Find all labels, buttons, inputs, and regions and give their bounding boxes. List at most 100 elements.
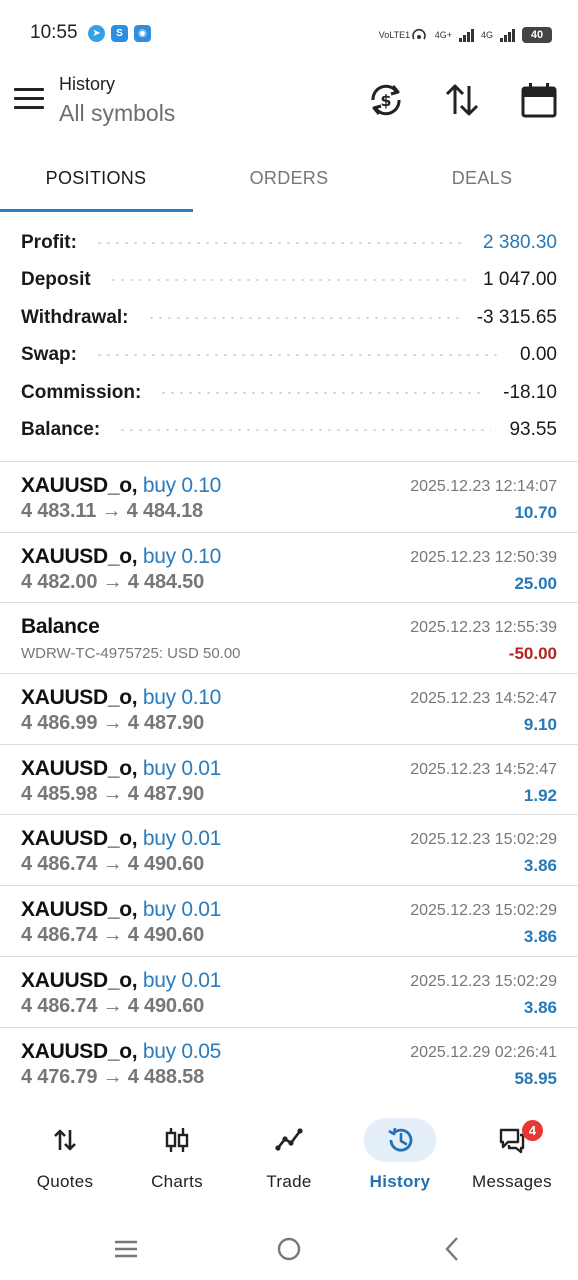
sim1-type: 4G+ bbox=[434, 30, 452, 40]
nav-charts[interactable]: Charts bbox=[119, 1108, 235, 1204]
shazam-icon: S bbox=[111, 25, 128, 42]
status-time: 10:55 bbox=[30, 22, 78, 43]
nav-trade[interactable]: Trade bbox=[231, 1108, 347, 1204]
list-item[interactable]: XAUUSD_o, buy 0.10 4 482.00 → 4 484.50 2… bbox=[0, 533, 578, 604]
deal-action: buy 0.01 bbox=[142, 756, 222, 780]
summary-row-swap: Swap: 0.00 bbox=[0, 337, 578, 375]
list-item[interactable]: XAUUSD_o, buy 0.10 4 483.11 → 4 484.18 2… bbox=[0, 462, 578, 533]
deal-profit: -50.00 bbox=[508, 644, 557, 664]
deal-comment: WDRW-TC-4975725: USD 50.00 bbox=[21, 645, 241, 663]
sort-icon bbox=[445, 84, 479, 116]
deal-symbol: XAUUSD_o, buy 0.05 bbox=[21, 1039, 222, 1063]
deal-prices: 4 486.74 → 4 490.60 bbox=[21, 853, 205, 876]
deal-symbol: Balance bbox=[21, 615, 100, 639]
summary-row-commission: Commission: -18.10 bbox=[0, 374, 578, 412]
app-header: History All symbols $ bbox=[0, 66, 578, 140]
bottom-navigation: Quotes Charts Trade History 4 Messages bbox=[0, 1108, 578, 1204]
dotted-leader bbox=[146, 316, 459, 319]
list-item[interactable]: XAUUSD_o, buy 0.01 4 485.98 → 4 487.90 2… bbox=[0, 745, 578, 816]
list-item[interactable]: XAUUSD_o, buy 0.01 4 486.74 → 4 490.60 2… bbox=[0, 886, 578, 957]
signal-icon bbox=[458, 28, 474, 42]
menu-icon[interactable] bbox=[14, 88, 44, 112]
list-item[interactable]: XAUUSD_o, buy 0.10 4 486.99 → 4 487.90 2… bbox=[0, 674, 578, 745]
deal-profit: 25.00 bbox=[514, 573, 557, 593]
deal-prices: 4 483.11 → 4 484.18 bbox=[21, 500, 203, 522]
deal-profit: 3.86 bbox=[523, 927, 557, 947]
summary-label: Deposit bbox=[21, 269, 91, 291]
summary-panel: Profit: 2 380.30 Deposit 1 047.00 Withdr… bbox=[0, 224, 578, 449]
deal-time: 2025.12.23 14:52:47 bbox=[410, 690, 557, 708]
summary-label: Swap: bbox=[21, 344, 77, 366]
status-bar: 10:55 ➤ S ◉ VoLTE1 4G+ 4G 40 bbox=[0, 0, 578, 66]
telegram-icon: ➤ bbox=[88, 25, 105, 42]
summary-value: 1 047.00 bbox=[483, 269, 557, 291]
dotted-leader bbox=[118, 429, 492, 432]
nav-quotes[interactable]: Quotes bbox=[7, 1108, 123, 1204]
summary-row-balance: Balance: 93.55 bbox=[0, 412, 578, 450]
deal-time: 2025.12.29 02:26:41 bbox=[410, 1043, 557, 1061]
nav-label: Charts bbox=[151, 1172, 203, 1191]
deal-prices: 4 482.00 → 4 484.50 bbox=[21, 570, 205, 593]
home-icon[interactable] bbox=[274, 1234, 304, 1264]
summary-row-profit: Profit: 2 380.30 bbox=[0, 224, 578, 262]
deal-action: buy 0.01 bbox=[142, 827, 222, 851]
deal-profit: 3.86 bbox=[523, 997, 557, 1017]
notification-app-icon: ◉ bbox=[134, 25, 151, 42]
status-indicators: VoLTE1 4G+ 4G 40 bbox=[379, 24, 552, 46]
active-tab-indicator bbox=[0, 209, 193, 212]
dotted-leader bbox=[159, 391, 486, 394]
deal-time: 2025.12.23 12:50:39 bbox=[410, 548, 557, 566]
back-icon[interactable] bbox=[437, 1234, 467, 1264]
currency-exchange-icon: $ bbox=[371, 84, 401, 116]
nav-label: History bbox=[369, 1172, 431, 1191]
deal-profit: 58.95 bbox=[514, 1068, 557, 1088]
summary-value: 0.00 bbox=[520, 344, 557, 366]
summary-label: Balance: bbox=[21, 419, 101, 441]
sim2-type: 4G bbox=[480, 30, 493, 40]
tab-positions[interactable]: POSITIONS bbox=[0, 150, 192, 212]
nav-label: Trade bbox=[266, 1172, 312, 1191]
charts-icon bbox=[165, 1128, 189, 1152]
deal-prices: 4 486.74 → 4 490.60 bbox=[21, 924, 205, 947]
nav-history[interactable]: History bbox=[342, 1108, 458, 1204]
list-item[interactable]: XAUUSD_o, buy 0.01 4 486.74 → 4 490.60 2… bbox=[0, 815, 578, 887]
deal-prices: 4 476.79 → 4 488.58 bbox=[21, 1065, 205, 1088]
list-item[interactable]: XAUUSD_o, buy 0.05 4 476.79 → 4 488.58 2… bbox=[0, 1028, 578, 1099]
dotted-leader bbox=[108, 279, 466, 282]
page-title: History bbox=[59, 74, 116, 94]
deal-symbol: XAUUSD_o, buy 0.01 bbox=[21, 968, 222, 992]
deal-action: buy 0.10 bbox=[142, 686, 222, 710]
dotted-leader bbox=[94, 354, 503, 357]
deal-symbol: XAUUSD_o, buy 0.01 bbox=[21, 827, 222, 851]
unread-badge: 4 bbox=[522, 1120, 543, 1141]
history-tabs: POSITIONS ORDERS DEALS bbox=[0, 150, 578, 212]
calendar-button[interactable] bbox=[519, 80, 559, 120]
dotted-leader bbox=[94, 241, 466, 244]
deal-prices: 4 485.98 → 4 487.90 bbox=[21, 782, 205, 805]
deal-time: 2025.12.23 15:02:29 bbox=[410, 831, 557, 849]
tab-orders[interactable]: ORDERS bbox=[193, 150, 385, 212]
list-item[interactable]: Balance WDRW-TC-4975725: USD 50.00 2025.… bbox=[0, 603, 578, 675]
summary-row-deposit: Deposit 1 047.00 bbox=[0, 262, 578, 300]
battery-icon: 40 bbox=[522, 27, 552, 43]
currency-exchange-button[interactable]: $ bbox=[366, 80, 406, 120]
quotes-icon bbox=[54, 1129, 76, 1151]
deal-time: 2025.12.23 12:14:07 bbox=[410, 478, 557, 495]
deal-symbol: XAUUSD_o, buy 0.01 bbox=[21, 756, 222, 780]
nav-messages[interactable]: 4 Messages bbox=[454, 1108, 570, 1204]
summary-value: 93.55 bbox=[509, 419, 557, 441]
list-item[interactable]: XAUUSD_o, buy 0.01 4 486.74 → 4 490.60 2… bbox=[0, 957, 578, 1028]
sort-button[interactable] bbox=[442, 80, 482, 120]
deal-prices: 4 486.74 → 4 490.60 bbox=[21, 994, 205, 1017]
deal-symbol: XAUUSD_o, buy 0.10 bbox=[21, 544, 222, 568]
deal-prices: 4 486.99 → 4 487.90 bbox=[21, 712, 205, 735]
deal-action: buy 0.10 bbox=[142, 544, 222, 568]
summary-value: -3 315.65 bbox=[476, 306, 557, 328]
tab-deals[interactable]: DEALS bbox=[386, 150, 578, 212]
recent-apps-icon[interactable] bbox=[111, 1234, 141, 1264]
symbol-filter[interactable]: All symbols bbox=[59, 100, 175, 127]
deal-time: 2025.12.23 15:02:29 bbox=[410, 902, 557, 920]
signal-icon bbox=[500, 28, 515, 42]
nav-label: Quotes bbox=[36, 1172, 94, 1191]
summary-value: 2 380.30 bbox=[483, 231, 557, 253]
